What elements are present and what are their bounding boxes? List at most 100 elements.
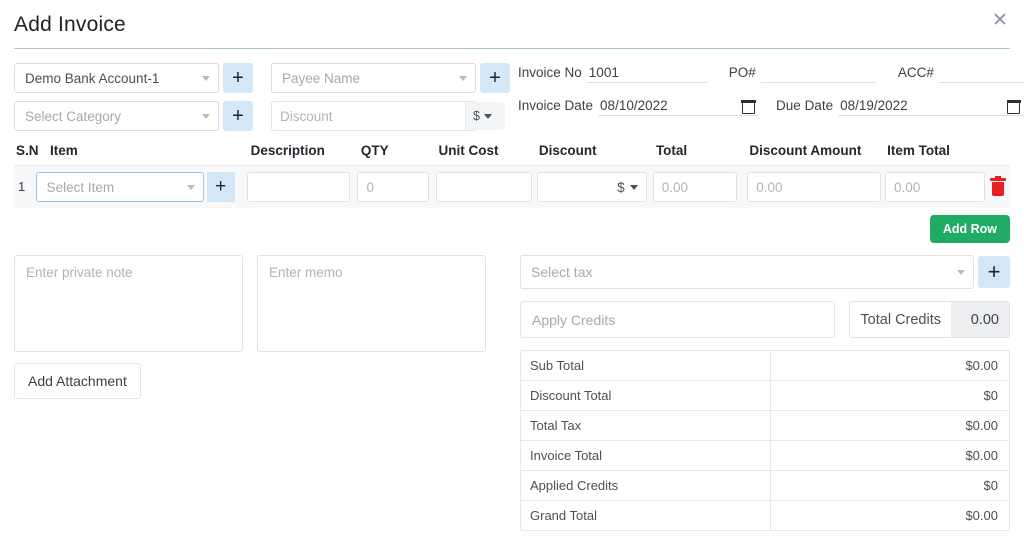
invoice-meta-row: Invoice No PO# ACC# (518, 63, 1024, 83)
invoice-date-label: Invoice Date (518, 96, 593, 116)
column-header-unit-cost: Unit Cost (437, 143, 537, 158)
apply-credits-input[interactable] (520, 301, 835, 338)
invoice-no-input[interactable] (587, 63, 707, 83)
discount-currency-select[interactable]: $ (465, 102, 505, 130)
discount-field-group: $ (271, 101, 476, 131)
payee-select[interactable]: Payee Name (271, 63, 476, 93)
add-tax-button[interactable]: + (978, 256, 1010, 288)
due-date-field (838, 96, 1023, 116)
summary-label: Invoice Total (521, 441, 771, 470)
notes-section: Add Attachment (14, 255, 512, 531)
chevron-down-icon (484, 114, 492, 119)
tax-select[interactable]: Select tax (520, 255, 974, 289)
total-credits-group: Total Credits 0.00 (849, 301, 1010, 338)
column-header-total: Total (653, 143, 747, 158)
calendar-icon[interactable] (742, 101, 755, 114)
summary-value: $0.00 (771, 441, 1009, 470)
acc-label: ACC# (898, 63, 934, 83)
add-category-button[interactable]: + (223, 101, 253, 131)
add-bank-account-button[interactable]: + (223, 63, 253, 93)
payee-placeholder: Payee Name (282, 71, 360, 86)
row-description-cell (247, 172, 357, 202)
row-unit-cost-cell (436, 172, 536, 202)
summary-label: Discount Total (521, 381, 771, 410)
totals-section: Select tax + Total Credits 0.00 Sub Tota… (512, 255, 1010, 531)
credits-row: Total Credits 0.00 (520, 301, 1010, 338)
tax-placeholder: Select tax (531, 264, 592, 280)
unit-cost-input[interactable] (436, 172, 532, 202)
invoice-no-label: Invoice No (518, 63, 582, 83)
memo-textarea[interactable] (257, 255, 486, 352)
row-discount-cell: $ (537, 172, 653, 202)
row-discount-currency-value: $ (617, 180, 625, 195)
chevron-down-icon (957, 270, 965, 275)
category-select[interactable]: Select Category (14, 101, 219, 131)
summary-row-applied-credits: Applied Credits $0 (521, 471, 1009, 501)
calendar-icon[interactable] (1007, 101, 1020, 114)
column-header-qty: QTY (358, 143, 437, 158)
po-label: PO# (729, 63, 756, 83)
invoice-top-form: Demo Bank Account-1 + Payee Name + Selec… (0, 49, 1024, 139)
discount-amount-input[interactable] (747, 172, 881, 202)
close-icon[interactable]: ✕ (986, 8, 1010, 32)
item-total-input[interactable] (885, 172, 985, 202)
total-credits-value[interactable]: 0.00 (951, 302, 1009, 337)
discount-input[interactable] (272, 102, 465, 130)
row-total-cell (653, 172, 747, 202)
row-sn-cell: 1 (14, 178, 36, 196)
invoice-date-input[interactable] (598, 96, 758, 116)
column-header-discount-amount: Discount Amount (747, 143, 885, 158)
summary-label: Total Tax (521, 411, 771, 440)
summary-row-total-tax: Total Tax $0.00 (521, 411, 1009, 441)
due-date-input[interactable] (838, 96, 1023, 116)
summary-value: $0.00 (771, 351, 1009, 380)
total-credits-label: Total Credits (850, 302, 951, 337)
qty-input[interactable] (357, 172, 429, 202)
top-form-right: Invoice No PO# ACC# Invoice Date Due Dat… (510, 63, 1024, 139)
column-header-item: Item (36, 143, 248, 158)
due-date-label: Due Date (776, 96, 833, 116)
notes-row (14, 255, 512, 352)
summary-value: $0 (771, 381, 1009, 410)
column-header-discount: Discount (537, 143, 653, 158)
items-table: S.N Item Description QTY Unit Cost Disco… (0, 143, 1024, 243)
item-placeholder: Select Item (47, 180, 115, 195)
row-sn-value: 1 (14, 179, 25, 194)
column-header-item-total: Item Total (885, 143, 985, 158)
invoice-date-field (598, 96, 758, 116)
po-input[interactable] (761, 63, 876, 83)
acc-input[interactable] (939, 63, 1024, 83)
add-attachment-button[interactable]: Add Attachment (14, 363, 141, 399)
discount-currency-value: $ (473, 109, 480, 123)
total-input[interactable] (653, 172, 737, 202)
add-row-wrapper: Add Row (14, 215, 1010, 243)
top-form-left: Demo Bank Account-1 + Payee Name + Selec… (14, 63, 510, 139)
page-title: Add Invoice (14, 10, 1010, 40)
add-row-button[interactable]: Add Row (930, 215, 1010, 243)
row-qty-cell (357, 172, 436, 202)
summary-value: $0.00 (771, 501, 1009, 530)
summary-label: Grand Total (521, 501, 771, 530)
bank-account-select[interactable]: Demo Bank Account-1 (14, 63, 219, 93)
delete-row-icon[interactable] (989, 178, 1007, 196)
item-select[interactable]: Select Item (36, 172, 204, 202)
column-header-description: Description (248, 143, 358, 158)
category-placeholder: Select Category (25, 109, 121, 124)
table-row: 1 Select Item + $ (14, 166, 1010, 208)
add-payee-button[interactable]: + (480, 63, 510, 93)
row-item-total-cell (885, 172, 985, 202)
summary-value: $0 (771, 471, 1009, 500)
add-item-button[interactable]: + (207, 172, 235, 202)
chevron-down-icon (459, 76, 467, 81)
bank-account-value: Demo Bank Account-1 (25, 71, 159, 86)
add-invoice-modal: Add Invoice ✕ Demo Bank Account-1 + Paye… (0, 0, 1024, 544)
row-discount-currency-select[interactable]: $ (537, 172, 647, 202)
private-note-textarea[interactable] (14, 255, 243, 352)
summary-value: $0.00 (771, 411, 1009, 440)
description-input[interactable] (247, 172, 350, 202)
chevron-down-icon (202, 76, 210, 81)
summary-label: Applied Credits (521, 471, 771, 500)
summary-table: Sub Total $0.00 Discount Total $0 Total … (520, 350, 1010, 531)
summary-row-sub-total: Sub Total $0.00 (521, 351, 1009, 381)
row-discount-amount-cell (747, 172, 885, 202)
